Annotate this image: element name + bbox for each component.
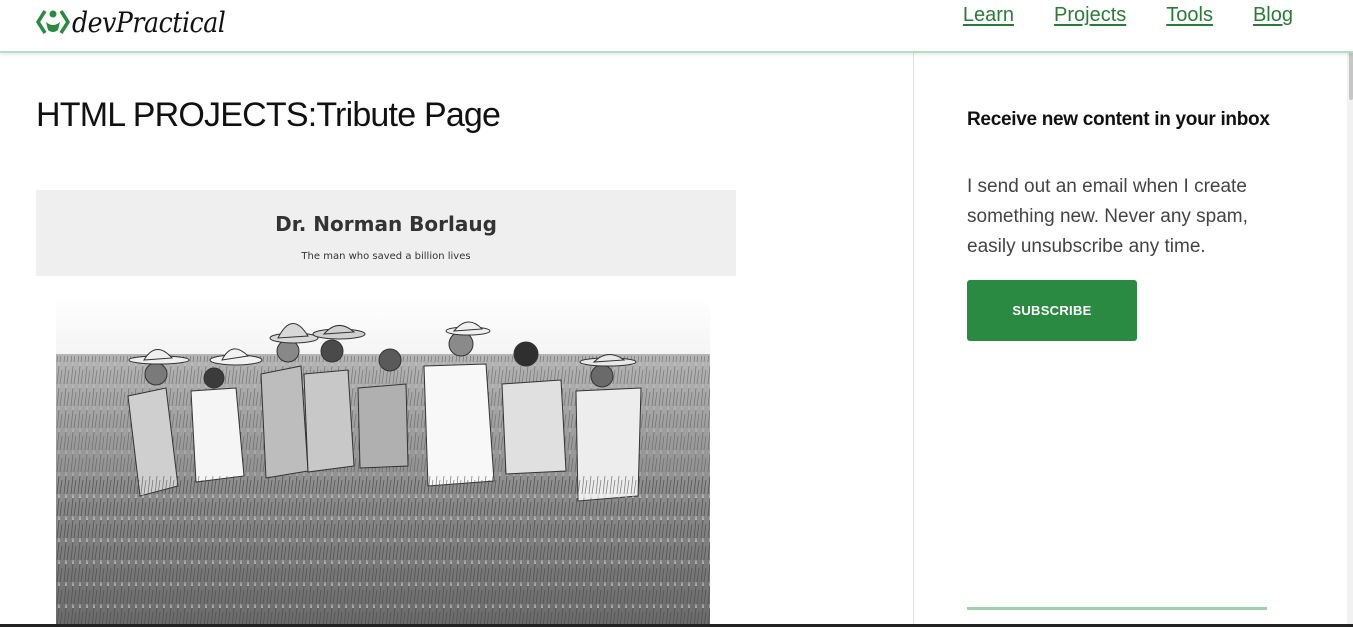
tribute-banner: Dr. Norman Borlaug The man who saved a b… xyxy=(36,190,736,276)
wheat-field-photo xyxy=(56,296,710,627)
page-title: HTML PROJECTS:Tribute Page xyxy=(36,96,501,134)
content-divider xyxy=(913,53,914,627)
tribute-subtitle: The man who saved a billion lives xyxy=(301,251,471,262)
logo-icon xyxy=(36,10,70,34)
tribute-name: Dr. Norman Borlaug xyxy=(275,212,497,236)
nav-link-tools[interactable]: Tools xyxy=(1166,2,1213,28)
site-header: devPractical Learn Projects Tools Blog xyxy=(0,0,1353,53)
tribute-photo xyxy=(56,296,710,627)
site-logo[interactable]: devPractical xyxy=(36,2,242,42)
nav-link-blog[interactable]: Blog xyxy=(1253,2,1293,28)
nav-link-learn[interactable]: Learn xyxy=(963,2,1014,28)
logo-text: devPractical xyxy=(72,5,226,39)
subscribe-button[interactable]: SUBSCRIBE xyxy=(967,280,1137,341)
newsletter-description: I send out an email when I create someth… xyxy=(967,176,1248,257)
main-nav: Learn Projects Tools Blog xyxy=(963,2,1293,28)
sidebar-divider xyxy=(967,607,1267,610)
newsletter-heading: Receive new content in your inbox xyxy=(967,109,1270,130)
scrollbar[interactable] xyxy=(1347,0,1353,627)
nav-link-projects[interactable]: Projects xyxy=(1054,2,1126,28)
